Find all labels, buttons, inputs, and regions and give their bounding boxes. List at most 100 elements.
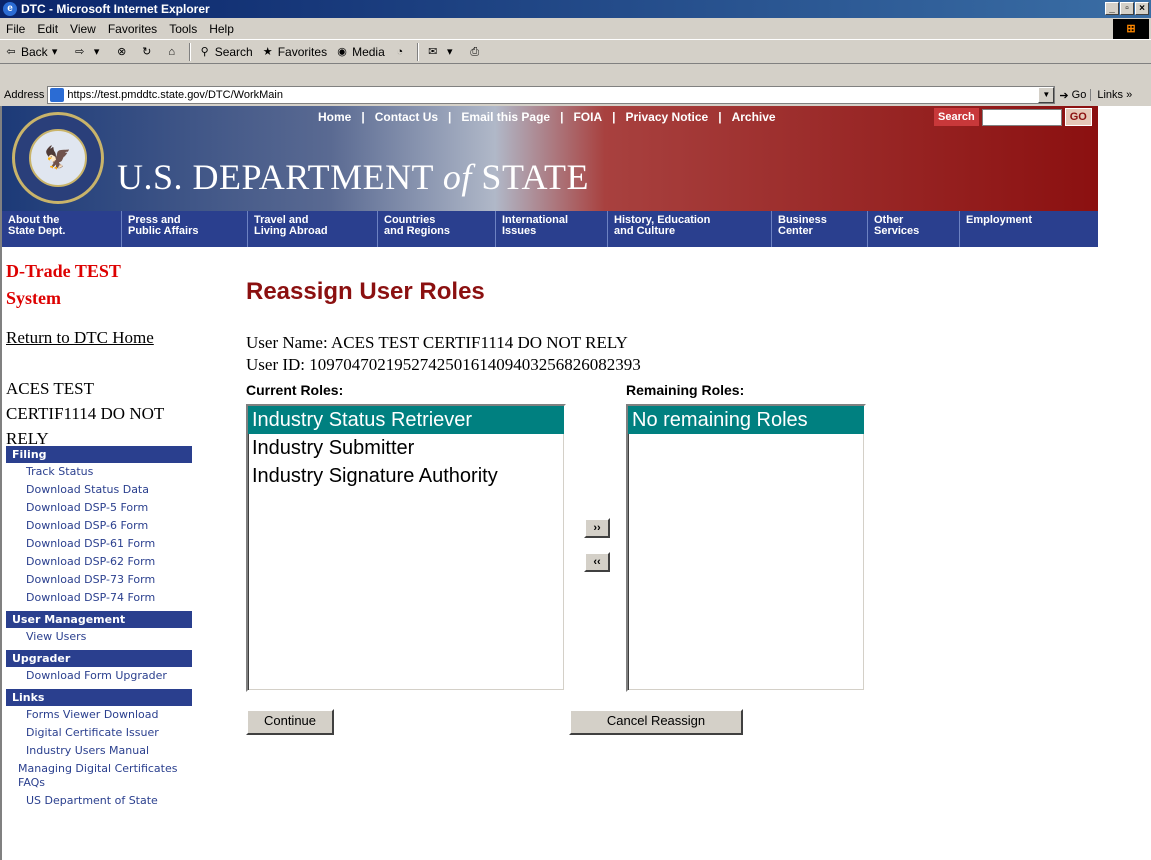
browser-toolbar: ⇦ Back ▾ ⇨ ▾ ⊗ ↻ ⌂ ⚲ Search ★ Favorites ◉ Medi…	[0, 40, 1151, 64]
windows-logo-icon: ⊞	[1113, 19, 1149, 39]
sidebar-item-track-status[interactable]: Track Status	[6, 463, 192, 481]
page-title: Reassign User Roles	[246, 278, 485, 305]
stop-button[interactable]: ⊗	[111, 42, 136, 62]
list-item[interactable]: Industry Signature Authority	[248, 462, 564, 490]
stop-icon: ⊗	[117, 45, 127, 58]
forward-button[interactable]: ⇨ ▾	[69, 42, 111, 62]
nav-other-services[interactable]: Other Services	[868, 211, 960, 247]
banner-search-input[interactable]	[981, 108, 1062, 126]
window-controls: _ ▫ ×	[1105, 2, 1149, 15]
sidebar-item-dsp73[interactable]: Download DSP-73 Form	[6, 571, 192, 589]
menu-favorites[interactable]: Favorites	[102, 22, 163, 36]
user-name-line: User Name: ACES TEST CERTIF1114 DO NOT R…	[246, 333, 628, 352]
sidebar-item-download-status-data[interactable]: Download Status Data	[6, 481, 192, 499]
sidebar-header: D-Trade TEST System	[6, 258, 196, 312]
link-archive[interactable]: Archive	[722, 110, 786, 124]
sidebar-item-view-users[interactable]: View Users	[6, 628, 192, 646]
nav-travel[interactable]: Travel and Living Abroad	[248, 211, 378, 247]
mail-icon: ✉	[428, 45, 438, 58]
nav-countries[interactable]: Countries and Regions	[378, 211, 496, 247]
link-email-page[interactable]: Email this Page	[451, 110, 560, 124]
close-button[interactable]: ×	[1135, 2, 1149, 15]
user-id-line: User ID: 1097047021952742501614094032568…	[246, 355, 641, 374]
return-home-link[interactable]: Return to DTC Home	[6, 328, 154, 348]
sidebar-item-dsp62[interactable]: Download DSP-62 Form	[6, 553, 192, 571]
toolbar-spacer	[0, 64, 1151, 84]
home-button[interactable]: ⌂	[161, 42, 186, 62]
favorites-icon: ★	[262, 45, 273, 58]
menu-view[interactable]: View	[64, 22, 102, 36]
back-arrow-icon: ⇦	[6, 45, 16, 58]
list-item[interactable]: No remaining Roles	[628, 406, 864, 434]
forward-arrow-icon: ⇨	[75, 45, 85, 58]
link-foia[interactable]: FOIA	[563, 110, 612, 124]
ie-icon: e	[3, 2, 17, 16]
section-upgrader: Upgrader	[6, 650, 192, 667]
favorites-button[interactable]: ★ Favorites	[257, 42, 331, 62]
toolbar-separator	[416, 42, 419, 61]
media-icon: ◉	[337, 45, 347, 58]
window-titlebar: e DTC - Microsoft Internet Explorer _ ▫ …	[0, 0, 1151, 18]
links-button[interactable]: Links »	[1090, 89, 1138, 101]
menu-edit[interactable]: Edit	[31, 22, 64, 36]
address-url: https://test.pmddtc.state.gov/DTC/WorkMa…	[67, 89, 283, 101]
cancel-reassign-button[interactable]: Cancel Reassign	[569, 709, 743, 735]
media-button[interactable]: ◉ Media	[331, 42, 389, 62]
link-privacy-notice[interactable]: Privacy Notice	[616, 110, 719, 124]
print-button[interactable]: ⎙	[464, 42, 489, 62]
mail-button[interactable]: ✉ ▾	[422, 42, 464, 62]
history-button[interactable]: ◔	[389, 42, 414, 62]
nav-business[interactable]: Business Center	[772, 211, 868, 247]
user-info: User Name: ACES TEST CERTIF1114 DO NOT R…	[246, 332, 641, 376]
sidebar-item-form-upgrader[interactable]: Download Form Upgrader	[6, 667, 192, 685]
address-dropdown-icon[interactable]: ▼	[1038, 87, 1055, 103]
search-button[interactable]: ⚲ Search	[194, 42, 257, 62]
sidebar-item-dsp6[interactable]: Download DSP-6 Form	[6, 517, 192, 535]
nav-press[interactable]: Press and Public Affairs	[122, 211, 248, 247]
go-button[interactable]: ➔ Go	[1055, 89, 1090, 102]
sidebar-menu: Filing Track Status Download Status Data…	[6, 446, 192, 810]
move-to-remaining-button[interactable]: ››	[584, 518, 610, 538]
sidebar-item-dsp61[interactable]: Download DSP-61 Form	[6, 535, 192, 553]
history-icon: ◔	[396, 45, 404, 58]
link-contact-us[interactable]: Contact Us	[365, 110, 448, 124]
nav-employment[interactable]: Employment	[960, 211, 1098, 247]
minimize-button[interactable]: _	[1105, 2, 1119, 15]
continue-button[interactable]: Continue	[246, 709, 334, 735]
menu-help[interactable]: Help	[203, 22, 240, 36]
address-bar: Address https://test.pmddtc.state.gov/DT…	[0, 84, 1151, 106]
sidebar-item-users-manual[interactable]: Industry Users Manual	[6, 742, 192, 760]
section-user-management: User Management	[6, 611, 192, 628]
system-brand: D-Trade TEST System	[6, 261, 121, 308]
maximize-button[interactable]: ▫	[1120, 2, 1134, 15]
sidebar-item-state-dept[interactable]: US Department of State	[6, 792, 192, 810]
sidebar-item-dsp5[interactable]: Download DSP-5 Form	[6, 499, 192, 517]
nav-history[interactable]: History, Education and Culture	[608, 211, 772, 247]
sidebar-item-forms-viewer[interactable]: Forms Viewer Download	[6, 706, 192, 724]
menu-file[interactable]: File	[0, 22, 31, 36]
address-input[interactable]: https://test.pmddtc.state.gov/DTC/WorkMa…	[47, 86, 1056, 104]
search-icon: ⚲	[200, 45, 209, 58]
sidebar-user-name: ACES TEST CERTIF1114 DO NOT RELY	[6, 379, 164, 448]
list-item[interactable]: Industry Submitter	[248, 434, 564, 462]
nav-international[interactable]: International Issues	[496, 211, 608, 247]
state-dept-seal-icon: 🦅	[12, 112, 104, 204]
refresh-button[interactable]: ↻	[136, 42, 161, 62]
window-title: DTC - Microsoft Internet Explorer	[21, 2, 210, 16]
section-filing: Filing	[6, 446, 192, 463]
home-icon: ⌂	[168, 45, 176, 58]
remaining-roles-list[interactable]: No remaining Roles	[626, 404, 866, 692]
list-item[interactable]: Industry Status Retriever	[248, 406, 564, 434]
move-to-current-button[interactable]: ‹‹	[584, 552, 610, 572]
menu-tools[interactable]: Tools	[163, 22, 203, 36]
sidebar-item-cert-issuer[interactable]: Digital Certificate Issuer	[6, 724, 192, 742]
back-button[interactable]: ⇦ Back ▾	[0, 42, 69, 62]
nav-about[interactable]: About the State Dept.	[2, 211, 122, 247]
address-label: Address	[4, 89, 45, 101]
link-home[interactable]: Home	[308, 110, 361, 124]
remaining-roles-label: Remaining Roles:	[626, 382, 745, 398]
sidebar-item-dsp74[interactable]: Download DSP-74 Form	[6, 589, 192, 607]
banner-search-go-button[interactable]: GO	[1064, 108, 1092, 126]
current-roles-list[interactable]: Industry Status Retriever Industry Submi…	[246, 404, 566, 692]
sidebar-item-cert-faqs[interactable]: Managing Digital Certificates FAQs	[6, 760, 192, 792]
